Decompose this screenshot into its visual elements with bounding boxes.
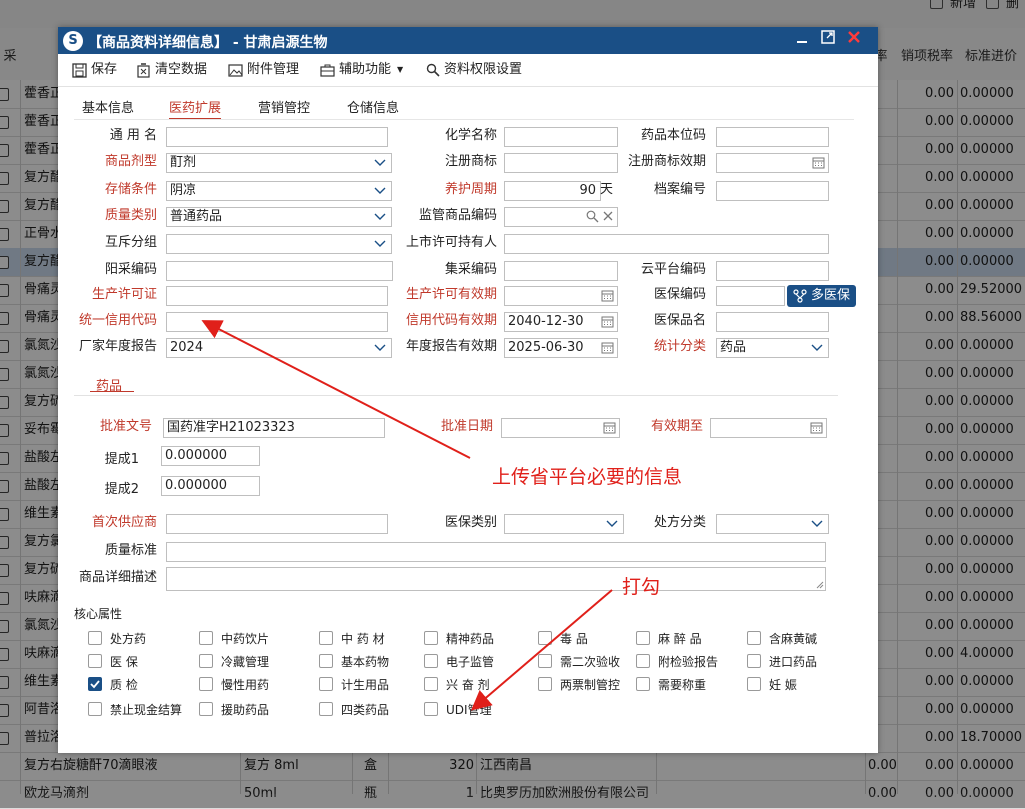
annotation-arrow-1 bbox=[201, 320, 471, 459]
annotation-arrows bbox=[201, 320, 613, 711]
annotation-upload-info: 上传省平台必要的信息 bbox=[492, 466, 683, 488]
annotation-arrow-2 bbox=[470, 589, 613, 711]
annotation-check-tip: 打勾 bbox=[622, 576, 661, 598]
